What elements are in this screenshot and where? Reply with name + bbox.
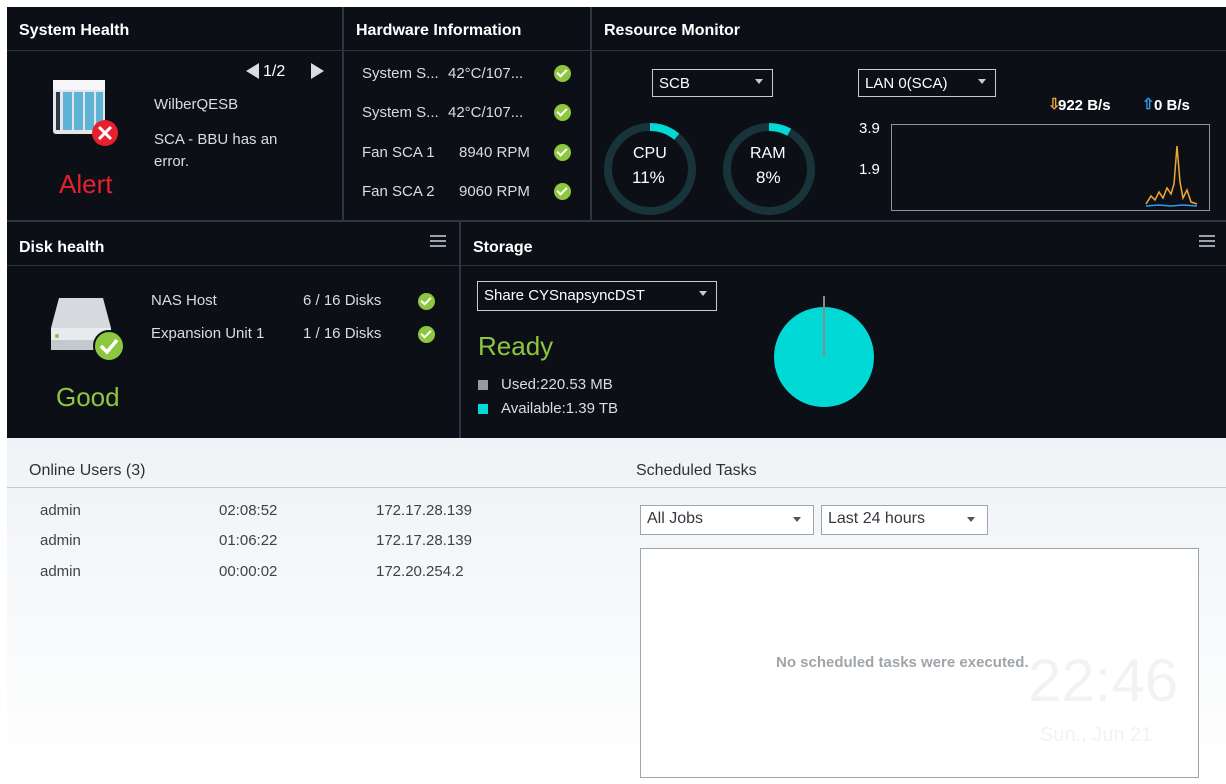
table-row[interactable]: admin 02:08:52 172.17.28.139 [40, 502, 600, 524]
clock-date: Sun., Jun 21 [1040, 724, 1153, 746]
select-value: Share CYSnapsyncDST [484, 287, 645, 304]
select-value: All Jobs [647, 510, 704, 527]
check-icon [418, 326, 435, 343]
health-status: Alert [59, 169, 113, 199]
disk-row-value: 1 / 16 Disks [303, 325, 382, 342]
check-icon [554, 104, 571, 121]
hardware-row: System S... 42°C/107... [362, 104, 590, 126]
download-series [1145, 145, 1198, 205]
disk-row-label: NAS Host [151, 292, 217, 309]
list-menu-icon[interactable] [1199, 235, 1215, 247]
sensor-value: 42°C/107... [448, 104, 524, 121]
sensor-value: 8940 RPM [459, 144, 530, 161]
select-value: LAN 0(SCA) [865, 75, 948, 92]
y-tick: 1.9 [859, 161, 880, 178]
session-time: 01:06:22 [219, 532, 278, 549]
empty-message: No scheduled tasks were executed. [776, 654, 1029, 671]
next-arrow-icon[interactable] [311, 63, 324, 79]
available-label: Available:1.39 TB [501, 400, 619, 417]
select-value: Last 24 hours [828, 510, 925, 527]
hardware-row: Fan SCA 1 8940 RPM [362, 144, 590, 166]
check-icon [554, 65, 571, 82]
lan-select[interactable]: LAN 0(SCA) [858, 69, 996, 97]
job-filter-select[interactable]: All Jobs [640, 505, 814, 535]
panel-title: Disk health [19, 239, 105, 256]
upload-series [1145, 204, 1198, 207]
resource-monitor-panel: Resource Monitor SCB LAN 0(SCA) CPU 11% … [592, 7, 1226, 220]
table-row[interactable]: admin 00:00:02 172.20.254.2 [40, 563, 600, 585]
ip-address: 172.20.254.2 [376, 563, 464, 580]
ram-value: 8% [756, 168, 781, 187]
divider [7, 487, 627, 488]
check-icon [554, 144, 571, 161]
share-select[interactable]: Share CYSnapsyncDST [477, 281, 717, 311]
session-time: 02:08:52 [219, 502, 278, 519]
user-name: admin [40, 502, 81, 519]
sensor-label: Fan SCA 2 [362, 183, 435, 200]
panel-title: System Health [19, 22, 130, 39]
hardware-row: System S... 42°C/107... [362, 65, 590, 87]
cpu-label: CPU [633, 145, 667, 162]
download-rate: 922 B/s [1058, 97, 1111, 114]
user-name: admin [40, 563, 81, 580]
table-row[interactable]: admin 01:06:22 172.17.28.139 [40, 532, 600, 554]
chevron-down-icon [699, 291, 707, 296]
list-menu-icon[interactable] [430, 235, 446, 247]
disk-health-panel: Disk health NAS Host 6 / 16 Disks Expans… [7, 222, 459, 438]
ram-label: RAM [750, 145, 786, 162]
ip-address: 172.17.28.139 [376, 502, 472, 519]
panel-title: Resource Monitor [604, 22, 741, 39]
used-swatch [478, 380, 488, 390]
hardware-row: Fan SCA 2 9060 RPM [362, 183, 590, 205]
time-filter-select[interactable]: Last 24 hours [821, 505, 988, 535]
available-swatch [478, 404, 488, 414]
chevron-down-icon [978, 79, 986, 84]
prev-arrow-icon[interactable] [246, 63, 259, 79]
upload-icon: ⇧ [1142, 96, 1155, 113]
divider [627, 487, 1226, 488]
storage-pie-chart [774, 296, 874, 407]
chevron-down-icon [755, 79, 763, 84]
clock-time: 22:46 [1028, 647, 1179, 714]
used-label: Used:220.53 MB [501, 376, 613, 393]
sensor-label: Fan SCA 1 [362, 144, 435, 161]
user-name: admin [40, 532, 81, 549]
sensor-value: 9060 RPM [459, 183, 530, 200]
y-tick: 3.9 [859, 120, 880, 137]
system-health-panel: System Health 1/2 WilberQESB SCA - BBU h… [7, 7, 342, 220]
panel-title: Storage [473, 239, 533, 256]
scheduled-tasks-title: Scheduled Tasks [636, 462, 757, 479]
device-name: WilberQESB [154, 96, 239, 113]
upload-rate: 0 B/s [1154, 97, 1190, 114]
health-message: SCA - BBU has an error. [154, 131, 278, 170]
check-icon [418, 293, 435, 310]
check-icon [554, 183, 571, 200]
hardware-panel: Hardware Information System S... 42°C/10… [344, 7, 590, 220]
ip-address: 172.17.28.139 [376, 532, 472, 549]
storage-status: Ready [478, 331, 554, 361]
disk-icon [51, 290, 125, 367]
pager: 1/2 [263, 63, 286, 80]
disk-row-value: 6 / 16 Disks [303, 292, 382, 309]
disk-row-label: Expansion Unit 1 [151, 325, 265, 342]
sensor-value: 42°C/107... [448, 65, 524, 82]
network-traffic-chart [891, 124, 1210, 211]
unit-select[interactable]: SCB [652, 69, 773, 97]
select-value: SCB [659, 75, 690, 92]
nas-device-icon [53, 80, 118, 146]
sensor-label: System S... [362, 104, 439, 121]
chevron-down-icon [793, 517, 801, 522]
storage-panel: Storage Share CYSnapsyncDST Ready Used:2… [461, 222, 1226, 436]
session-time: 00:00:02 [219, 563, 278, 580]
disk-status: Good [56, 382, 120, 412]
sensor-label: System S... [362, 65, 439, 82]
cpu-value: 11% [632, 168, 665, 187]
panel-title: Hardware Information [356, 22, 522, 39]
chevron-down-icon [967, 517, 975, 522]
online-users-title: Online Users (3) [29, 462, 146, 479]
